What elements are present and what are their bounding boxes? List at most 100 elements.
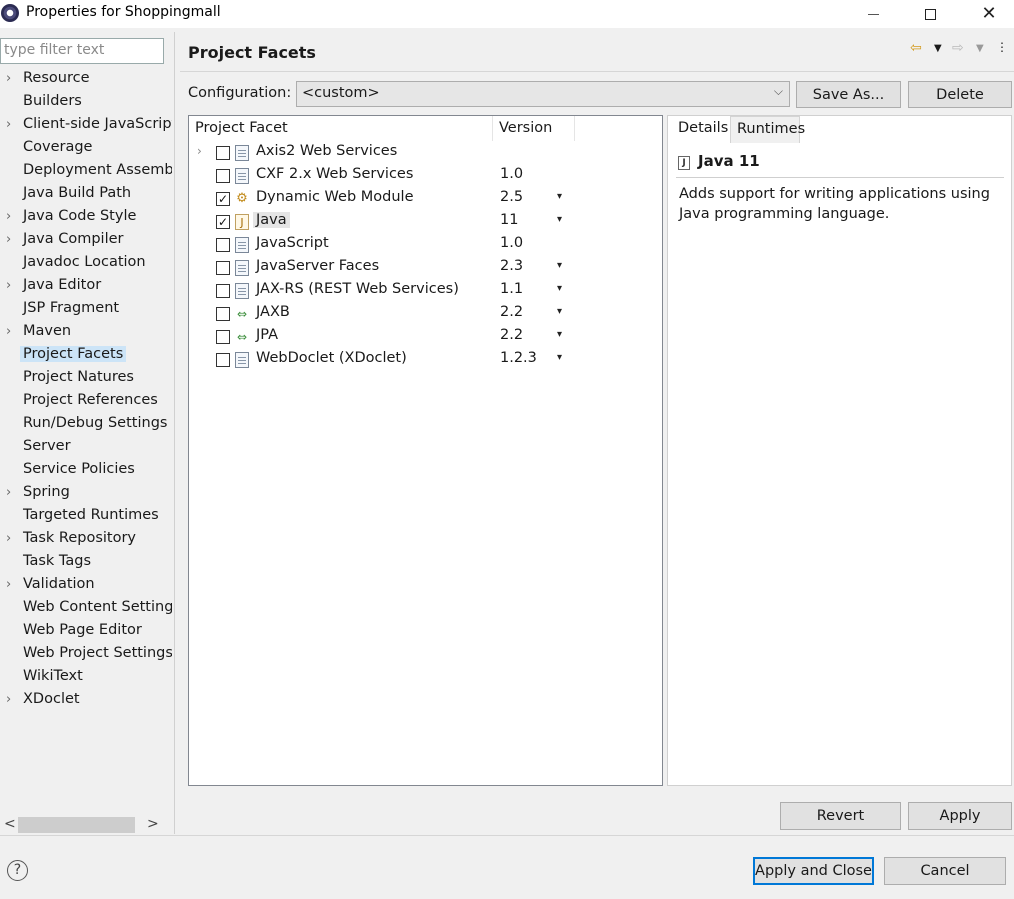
- facet-checkbox[interactable]: [216, 284, 230, 298]
- sidebar-item[interactable]: Targeted Runtimes: [0, 506, 172, 529]
- facet-row[interactable]: ⇔ JAXB 2.2 ▾: [189, 303, 662, 326]
- sidebar-item[interactable]: Run/Debug Settings: [0, 414, 172, 437]
- sidebar-item[interactable]: Coverage: [0, 138, 172, 161]
- facet-checkbox[interactable]: [216, 307, 230, 321]
- sidebar-item[interactable]: Project Natures: [0, 368, 172, 391]
- revert-button[interactable]: Revert: [780, 802, 901, 830]
- sidebar-item[interactable]: Web Content Settings: [0, 598, 172, 621]
- facet-version: 1.0: [500, 235, 524, 251]
- minimize-button[interactable]: [850, 0, 896, 28]
- facet-checkbox[interactable]: [216, 169, 230, 183]
- facet-version[interactable]: 2.2: [500, 327, 523, 343]
- sidebar-item[interactable]: Service Policies: [0, 460, 172, 483]
- sash-divider[interactable]: [174, 32, 175, 834]
- facet-version[interactable]: 2.5: [500, 189, 523, 205]
- chevron-right-icon[interactable]: ›: [6, 577, 11, 592]
- sidebar-item[interactable]: Project References: [0, 391, 172, 414]
- facet-checkbox[interactable]: [216, 146, 230, 160]
- help-icon[interactable]: ?: [7, 860, 28, 881]
- tab-details[interactable]: Details: [672, 116, 732, 143]
- facet-row[interactable]: JavaScript 1.0: [189, 234, 662, 257]
- close-button[interactable]: ✕: [966, 0, 1012, 28]
- sidebar-item[interactable]: WikiText: [0, 667, 172, 690]
- facet-checkbox[interactable]: [216, 261, 230, 275]
- sidebar-item[interactable]: › Task Repository: [0, 529, 172, 552]
- facet-version[interactable]: 1.2.3: [500, 350, 537, 366]
- facet-checkbox[interactable]: [216, 330, 230, 344]
- facet-row[interactable]: ⇔ JPA 2.2 ▾: [189, 326, 662, 349]
- chevron-right-icon[interactable]: ›: [6, 232, 11, 247]
- column-header-version[interactable]: Version: [493, 116, 575, 141]
- chevron-right-icon[interactable]: ›: [6, 209, 11, 224]
- sidebar-item[interactable]: Builders: [0, 92, 172, 115]
- sidebar-item[interactable]: › Maven: [0, 322, 172, 345]
- facet-checkbox[interactable]: ✓: [216, 192, 230, 206]
- facet-row[interactable]: › Axis2 Web Services: [189, 142, 662, 165]
- sidebar-item[interactable]: › Java Editor: [0, 276, 172, 299]
- facet-row[interactable]: CXF 2.x Web Services 1.0: [189, 165, 662, 188]
- apply-button[interactable]: Apply: [908, 802, 1012, 830]
- delete-button[interactable]: Delete: [908, 81, 1012, 108]
- sidebar-item[interactable]: › Java Code Style: [0, 207, 172, 230]
- sidebar-item[interactable]: › Validation: [0, 575, 172, 598]
- facet-checkbox[interactable]: [216, 353, 230, 367]
- sidebar-item[interactable]: Server: [0, 437, 172, 460]
- sidebar-item[interactable]: Web Project Settings: [0, 644, 172, 667]
- facet-version[interactable]: 2.3: [500, 258, 523, 274]
- scrollbar-thumb[interactable]: [18, 817, 135, 833]
- sidebar-item[interactable]: › Client-side JavaScript: [0, 115, 172, 138]
- version-dropdown-icon[interactable]: ▾: [557, 329, 562, 340]
- tab-runtimes[interactable]: Runtimes: [730, 116, 805, 143]
- facet-row[interactable]: ✓ ⚙ Dynamic Web Module 2.5 ▾: [189, 188, 662, 211]
- facet-row[interactable]: JAX-RS (REST Web Services) 1.1 ▾: [189, 280, 662, 303]
- scroll-left-icon[interactable]: <: [4, 816, 16, 832]
- tree-horizontal-scrollbar[interactable]: < >: [0, 815, 172, 835]
- chevron-right-icon[interactable]: ›: [6, 278, 11, 293]
- configuration-select[interactable]: <custom> ⌵: [296, 81, 790, 107]
- facet-row[interactable]: WebDoclet (XDoclet) 1.2.3 ▾: [189, 349, 662, 372]
- sidebar-item[interactable]: JSP Fragment: [0, 299, 172, 322]
- chevron-right-icon[interactable]: ›: [6, 692, 11, 707]
- cancel-button[interactable]: Cancel: [884, 857, 1006, 885]
- sidebar-item[interactable]: Deployment Assembly: [0, 161, 172, 184]
- facet-version[interactable]: 11: [500, 212, 518, 228]
- sidebar-item[interactable]: Javadoc Location: [0, 253, 172, 276]
- sidebar-item[interactable]: › Java Compiler: [0, 230, 172, 253]
- maximize-button[interactable]: [907, 0, 953, 28]
- facet-checkbox[interactable]: [216, 238, 230, 252]
- version-dropdown-icon[interactable]: ▾: [557, 283, 562, 294]
- sidebar-item[interactable]: › Spring: [0, 483, 172, 506]
- chevron-right-icon[interactable]: ›: [6, 71, 11, 86]
- sidebar-item[interactable]: Java Build Path: [0, 184, 172, 207]
- column-header-project-facet[interactable]: Project Facet: [189, 116, 493, 141]
- facet-row[interactable]: ✓ J Java 11 ▾: [189, 211, 662, 234]
- apply-and-close-button[interactable]: Apply and Close: [753, 857, 874, 885]
- facet-version[interactable]: 2.2: [500, 304, 523, 320]
- chevron-right-icon[interactable]: ›: [6, 485, 11, 500]
- chevron-right-icon[interactable]: ›: [197, 144, 202, 158]
- version-dropdown-icon[interactable]: ▾: [557, 214, 562, 225]
- version-dropdown-icon[interactable]: ▾: [557, 352, 562, 363]
- forward-dropdown-icon[interactable]: ▼: [976, 43, 984, 54]
- sidebar-item[interactable]: › XDoclet: [0, 690, 172, 713]
- chevron-right-icon[interactable]: ›: [6, 117, 11, 132]
- sidebar-item[interactable]: Project Facets: [0, 345, 172, 368]
- chevron-right-icon[interactable]: ›: [6, 531, 11, 546]
- forward-arrow-icon[interactable]: ⇨: [952, 40, 964, 56]
- back-dropdown-icon[interactable]: ▼: [934, 43, 942, 54]
- facet-row[interactable]: JavaServer Faces 2.3 ▾: [189, 257, 662, 280]
- facet-checkbox[interactable]: ✓: [216, 215, 230, 229]
- facet-version[interactable]: 1.1: [500, 281, 523, 297]
- sidebar-item[interactable]: › Resource: [0, 69, 172, 92]
- filter-input[interactable]: type filter text: [0, 38, 164, 64]
- chevron-right-icon[interactable]: ›: [6, 324, 11, 339]
- view-menu-icon[interactable]: ⋮: [996, 40, 1008, 54]
- sidebar-item[interactable]: Task Tags: [0, 552, 172, 575]
- version-dropdown-icon[interactable]: ▾: [557, 191, 562, 202]
- version-dropdown-icon[interactable]: ▾: [557, 306, 562, 317]
- save-as-button[interactable]: Save As...: [796, 81, 901, 108]
- version-dropdown-icon[interactable]: ▾: [557, 260, 562, 271]
- back-arrow-icon[interactable]: ⇦: [910, 40, 922, 56]
- scroll-right-icon[interactable]: >: [147, 816, 159, 832]
- sidebar-item[interactable]: Web Page Editor: [0, 621, 172, 644]
